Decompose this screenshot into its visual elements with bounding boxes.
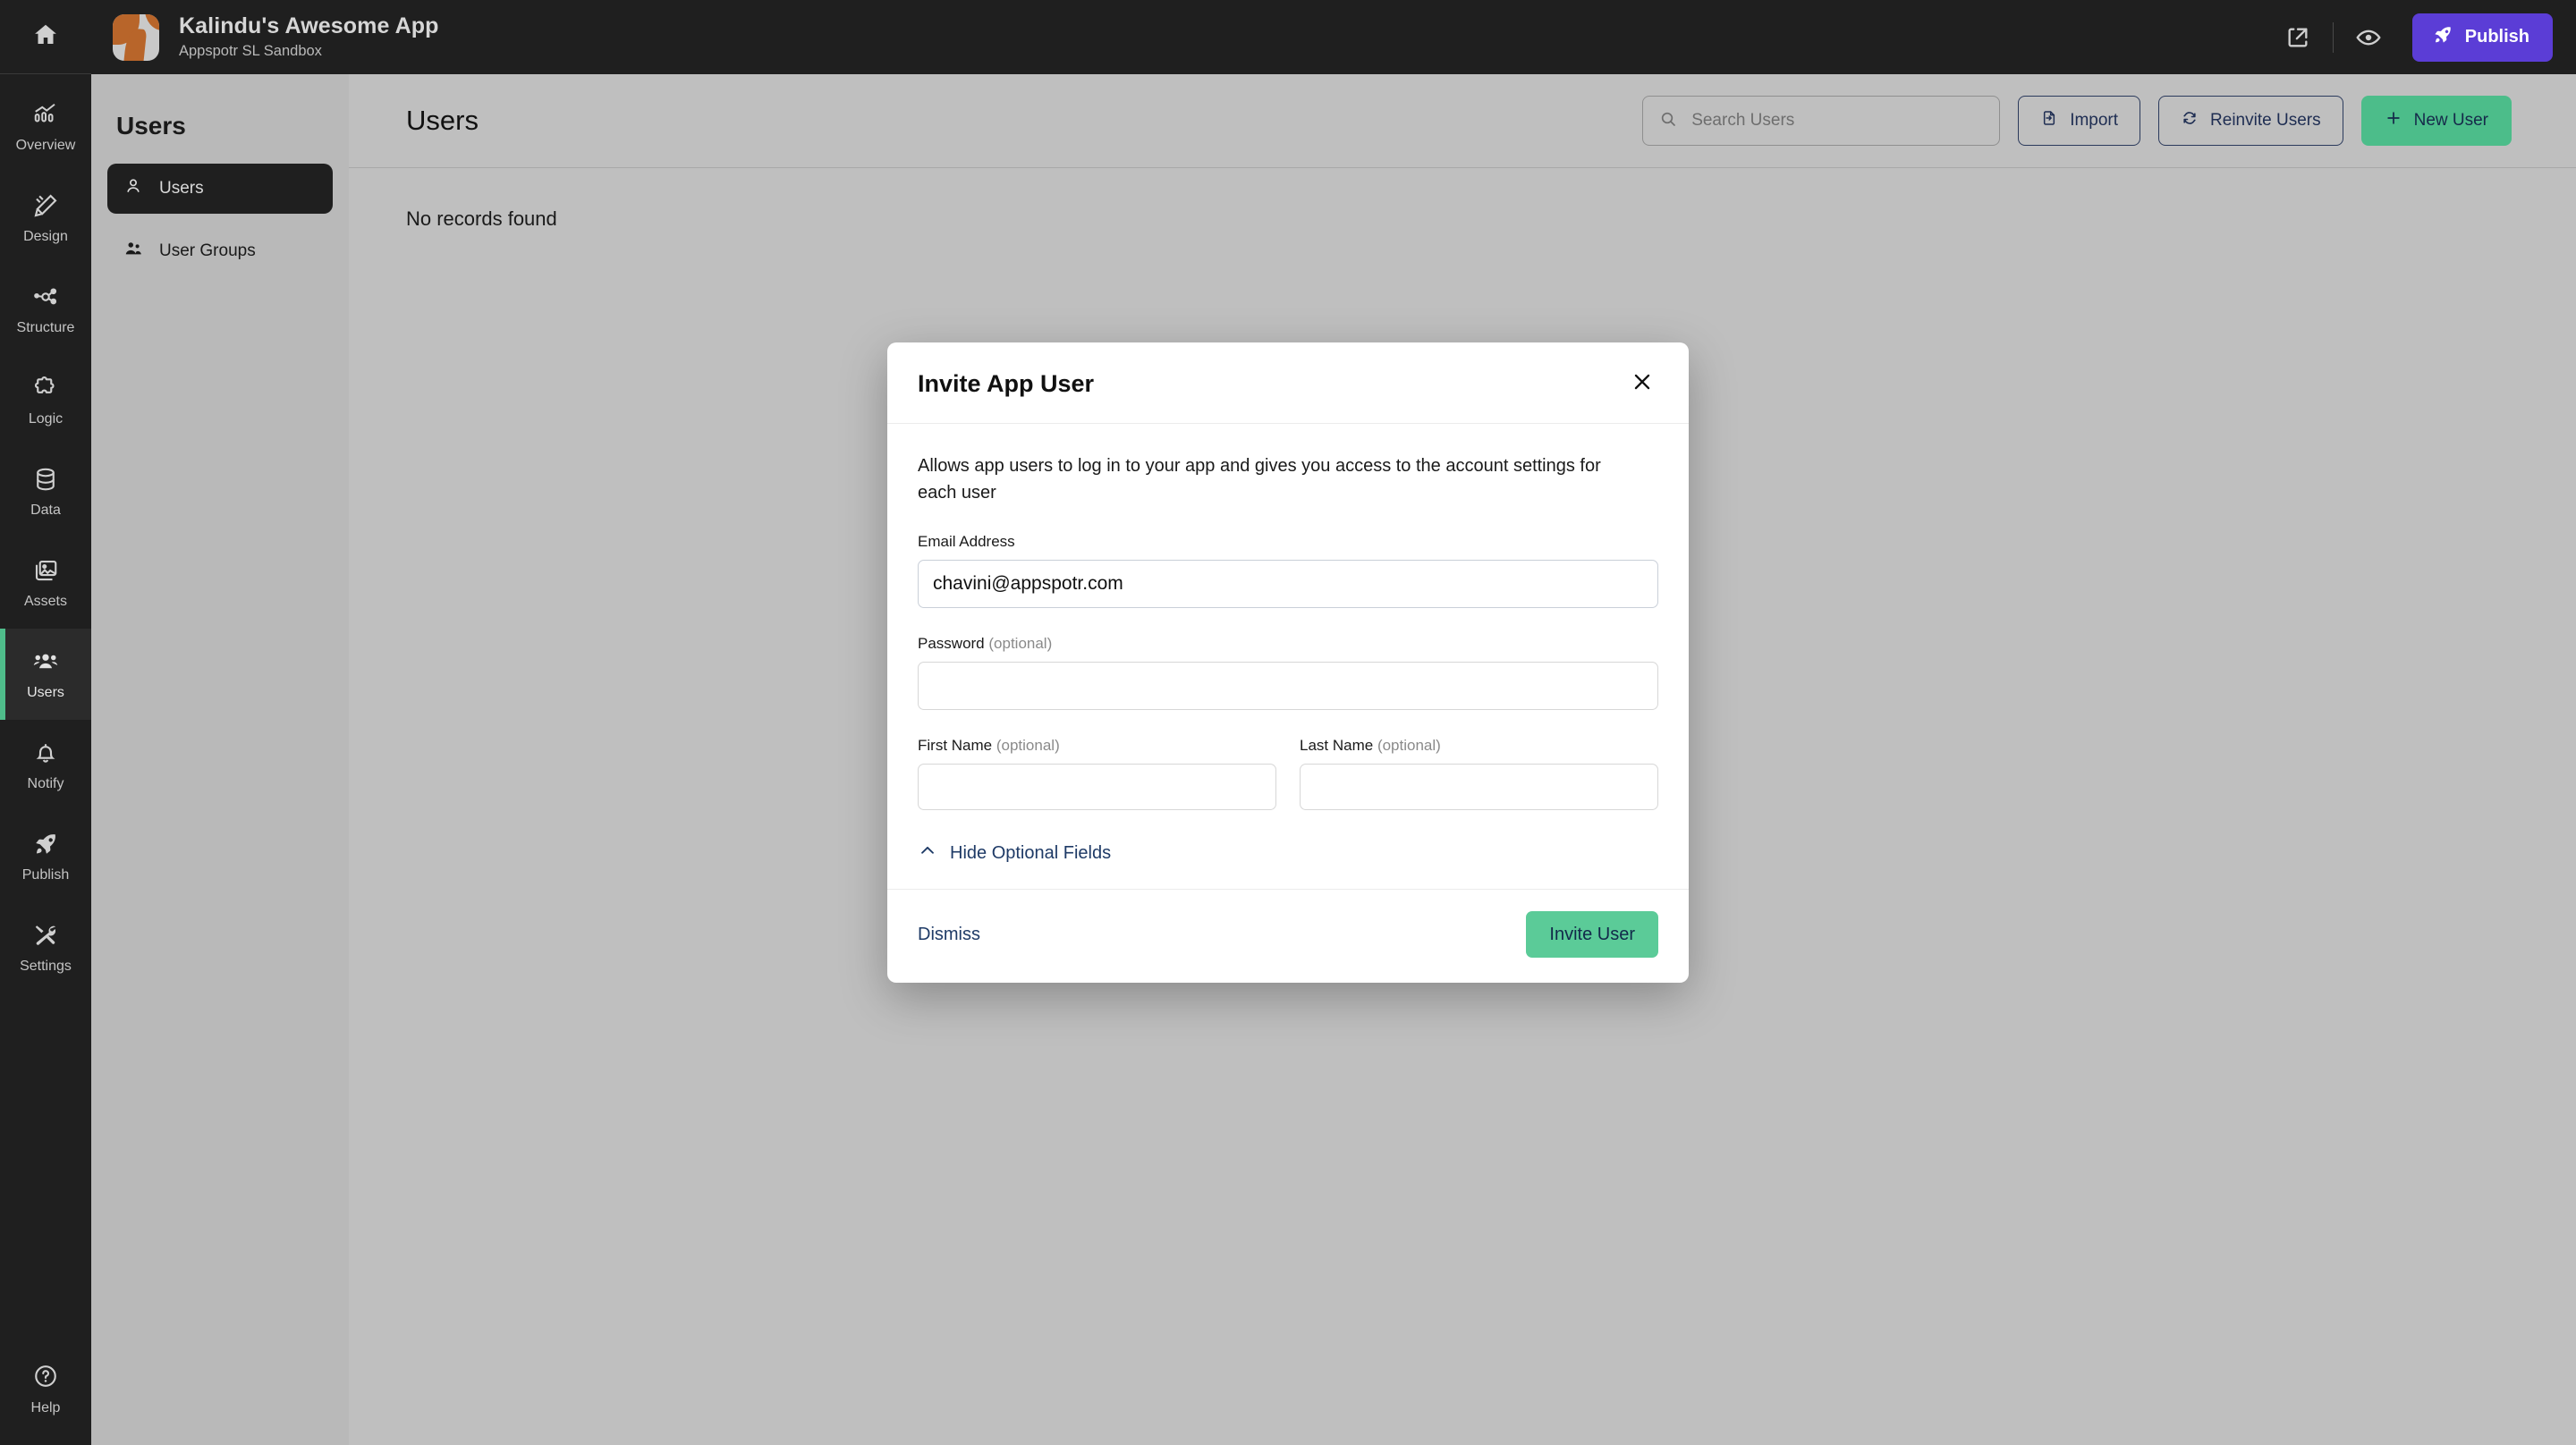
email-label: Email Address: [918, 533, 1658, 551]
close-button[interactable]: [1626, 368, 1658, 400]
invite-user-button[interactable]: Invite User: [1526, 911, 1658, 958]
dialog-description: Allows app users to log in to your app a…: [918, 456, 1601, 503]
password-field-group: Password (optional): [918, 635, 1658, 710]
dialog-body: Allows app users to log in to your app a…: [887, 424, 1689, 889]
dialog-title: Invite App User: [918, 369, 1095, 397]
first-name-field-group: First Name (optional): [918, 737, 1276, 810]
dismiss-button[interactable]: Dismiss: [918, 925, 980, 945]
password-label: Password (optional): [918, 635, 1658, 653]
chevron-up-icon: [918, 841, 937, 866]
first-name-field[interactable]: [918, 764, 1276, 810]
last-name-label: Last Name (optional): [1300, 737, 1658, 755]
password-label-text: Password: [918, 635, 985, 652]
last-name-field-group: Last Name (optional): [1300, 737, 1658, 810]
app-root: Overview Design Structure Logic Data Ass…: [0, 0, 2576, 1445]
dialog-header: Invite App User: [887, 342, 1689, 424]
first-name-label: First Name (optional): [918, 737, 1276, 755]
first-name-optional-tag: (optional): [996, 737, 1060, 754]
toggle-optional-label: Hide Optional Fields: [950, 842, 1112, 863]
name-fields-row: First Name (optional) Last Name (optiona…: [918, 737, 1658, 810]
email-field[interactable]: [918, 560, 1658, 608]
first-name-label-text: First Name: [918, 737, 993, 754]
password-field[interactable]: [918, 662, 1658, 710]
email-label-text: Email Address: [918, 533, 1015, 550]
last-name-optional-tag: (optional): [1377, 737, 1441, 754]
password-optional-tag: (optional): [988, 635, 1053, 652]
toggle-optional-fields-button[interactable]: Hide Optional Fields: [918, 841, 1658, 866]
last-name-label-text: Last Name: [1300, 737, 1374, 754]
close-icon: [1631, 370, 1654, 398]
invite-app-user-dialog: Invite App User Allows app users to log …: [887, 342, 1689, 983]
dialog-footer: Dismiss Invite User: [887, 889, 1689, 983]
email-field-group: Email Address: [918, 533, 1658, 608]
last-name-field[interactable]: [1300, 764, 1658, 810]
